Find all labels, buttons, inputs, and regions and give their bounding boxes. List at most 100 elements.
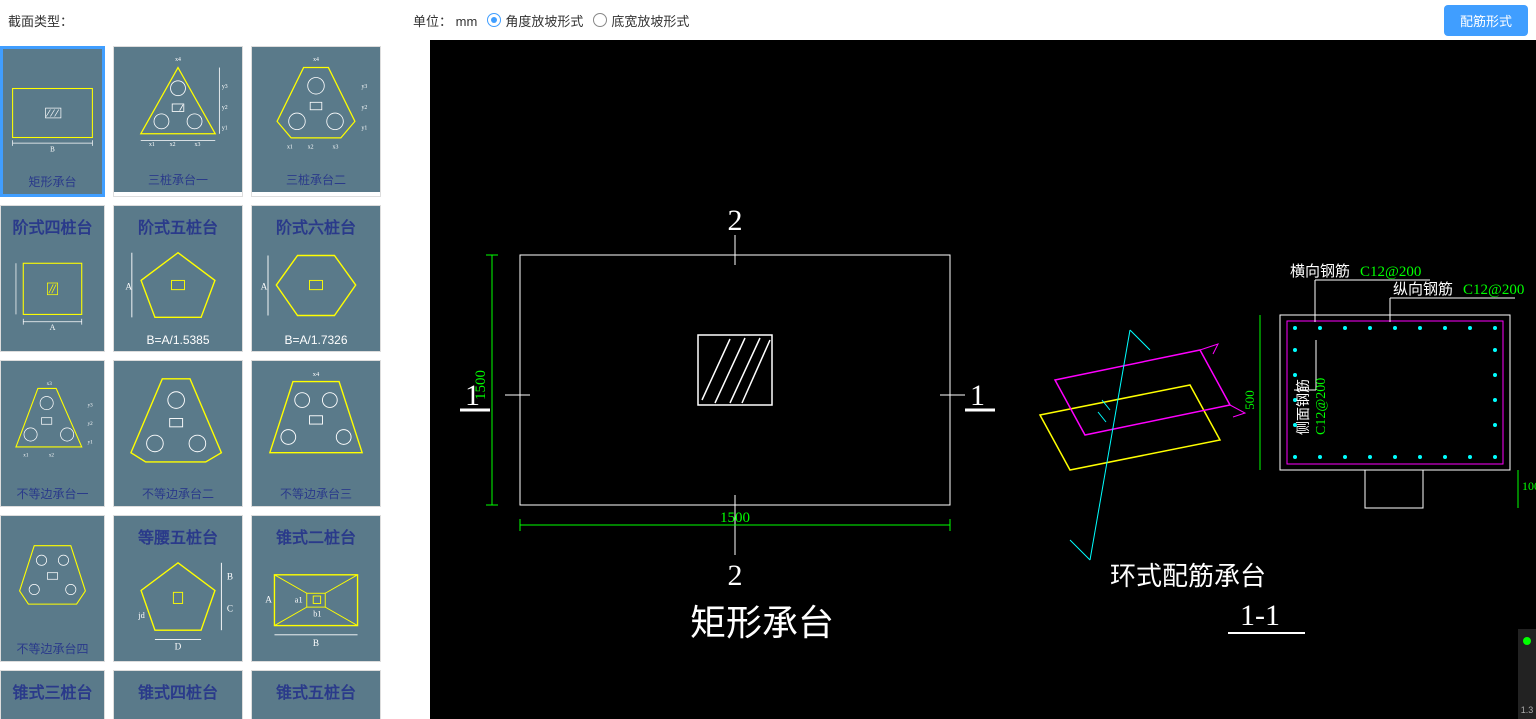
svg-text:横向钢筋: 横向钢筋 bbox=[1290, 263, 1350, 280]
svg-text:x4: x4 bbox=[175, 57, 181, 63]
thumb-step-5-pile[interactable]: 阶式五桩台 A B=A/1.5385 bbox=[113, 205, 243, 352]
thumb-unequal-3[interactable]: x4 不等边承台三 bbox=[251, 360, 381, 507]
svg-text:x3: x3 bbox=[195, 142, 201, 148]
section-1-1: 横向钢筋C12@200 纵向钢筋C12@200 侧面钢筋 C12@200 500… bbox=[1228, 263, 1536, 719]
svg-text:D: D bbox=[175, 642, 182, 652]
thumb-caption: 不等边承台三 bbox=[280, 485, 352, 502]
svg-text:2: 2 bbox=[728, 559, 743, 592]
thumb-formula: B=A/1.7326 bbox=[284, 333, 347, 347]
radio-icon bbox=[487, 13, 501, 27]
thumb-formula: B=A/1.5385 bbox=[146, 333, 209, 347]
svg-text:100: 100 bbox=[1522, 479, 1536, 493]
svg-text:y1: y1 bbox=[88, 439, 94, 445]
thumb-title: 阶式四桩台 bbox=[12, 214, 92, 238]
svg-text:C12@200: C12@200 bbox=[1360, 264, 1421, 280]
thumb-rect-pile-cap[interactable]: B 矩形承台 bbox=[0, 46, 105, 197]
svg-text:A: A bbox=[261, 282, 268, 292]
status-scale: 1.3 bbox=[1521, 705, 1534, 715]
radio-label: 底宽放坡形式 bbox=[611, 11, 689, 30]
thumb-title: 阶式六桩台 bbox=[276, 214, 356, 238]
performance: 锥式二桩台 bbox=[276, 524, 356, 548]
svg-text:y2: y2 bbox=[222, 105, 228, 111]
svg-text:x4: x4 bbox=[313, 371, 320, 378]
svg-text:jd: jd bbox=[137, 611, 145, 620]
radio-icon bbox=[593, 13, 607, 27]
svg-text:1500: 1500 bbox=[473, 370, 489, 400]
svg-text:b1: b1 bbox=[313, 609, 321, 618]
thumb-cone-4-pile[interactable]: 锥式四桩台 bbox=[113, 670, 243, 719]
svg-text:x1: x1 bbox=[149, 142, 155, 148]
svg-text:1: 1 bbox=[970, 379, 985, 412]
section-type-label: 截面类型： bbox=[8, 11, 73, 30]
svg-text:纵向钢筋: 纵向钢筋 bbox=[1393, 281, 1453, 298]
section-type-sidebar[interactable]: B 矩形承台 x4 x1 x2 x3 y3 y2 bbox=[0, 40, 430, 719]
thumb-iso-5-pile[interactable]: 等腰五桩台 B C D jd bbox=[113, 515, 243, 662]
thumb-cone-3-pile[interactable]: 锥式三桩台 bbox=[0, 670, 105, 719]
top-bar: 截面类型： 单位： mm 角度放坡形式 底宽放坡形式 配筋形式 bbox=[0, 0, 1536, 40]
thumb-title: 锥式四桩台 bbox=[138, 679, 218, 703]
svg-text:矩形承台: 矩形承台 bbox=[690, 603, 834, 643]
svg-text:C12@200: C12@200 bbox=[1463, 282, 1524, 298]
svg-text:A: A bbox=[50, 323, 56, 332]
thumb-caption: 不等边承台二 bbox=[142, 485, 214, 502]
thumb-title: 锥式五桩台 bbox=[276, 679, 356, 703]
thumb-three-pile-1[interactable]: x4 x1 x2 x3 y3 y2 y1 三桩承台一 bbox=[113, 46, 243, 197]
svg-text:x2: x2 bbox=[308, 145, 314, 151]
thumb-step-4-pile[interactable]: 阶式四桩台 A bbox=[0, 205, 105, 352]
svg-text:C12@200: C12@200 bbox=[1314, 378, 1329, 435]
thumb-caption: 不等边承台四 bbox=[16, 640, 88, 657]
svg-text:x3: x3 bbox=[333, 145, 339, 151]
svg-text:B: B bbox=[50, 146, 55, 154]
svg-text:B: B bbox=[313, 638, 319, 648]
svg-text:x2: x2 bbox=[49, 452, 55, 458]
svg-text:y2: y2 bbox=[362, 105, 368, 111]
radio-width-slope[interactable]: 底宽放坡形式 bbox=[593, 11, 689, 30]
thumb-caption: 矩形承台 bbox=[28, 173, 76, 190]
svg-text:环式配筋承台: 环式配筋承台 bbox=[1110, 562, 1266, 591]
thumb-unequal-1[interactable]: x3 x1 x2 y3 y2 y1 不等边承台一 bbox=[0, 360, 105, 507]
thumb-caption: 三桩承台一 bbox=[148, 171, 208, 188]
svg-text:1500: 1500 bbox=[720, 510, 750, 526]
svg-text:x1: x1 bbox=[287, 145, 293, 151]
status-strip: 1.3 bbox=[1518, 629, 1536, 719]
svg-text:A: A bbox=[125, 282, 132, 292]
svg-text:x3: x3 bbox=[47, 381, 53, 387]
svg-text:x1: x1 bbox=[23, 452, 29, 458]
slope-mode-radio-group: 角度放坡形式 底宽放坡形式 bbox=[487, 11, 699, 30]
svg-text:500: 500 bbox=[1242, 390, 1257, 410]
svg-text:2: 2 bbox=[728, 204, 743, 237]
thumb-unequal-2[interactable]: 不等边承台二 bbox=[113, 360, 243, 507]
thumb-title: 锥式三桩台 bbox=[12, 679, 92, 703]
thumbnail-grid: B 矩形承台 x4 x1 x2 x3 y3 y2 bbox=[0, 46, 430, 719]
main-area: B 矩形承台 x4 x1 x2 x3 y3 y2 bbox=[0, 40, 1536, 719]
thumb-cone-5-pile[interactable]: 锥式五桩台 bbox=[251, 670, 381, 719]
svg-text:侧面钢筋: 侧面钢筋 bbox=[1295, 379, 1312, 435]
svg-text:y1: y1 bbox=[362, 126, 368, 132]
svg-text:y3: y3 bbox=[362, 84, 368, 90]
thumb-title: 阶式五桩台 bbox=[138, 214, 218, 238]
radio-label: 角度放坡形式 bbox=[505, 11, 583, 30]
svg-text:y2: y2 bbox=[88, 421, 94, 427]
plan-view: 2 2 1 1 1500 1500 矩形承台 bbox=[460, 204, 995, 643]
thumb-three-pile-2[interactable]: x4 x1 x2 x3 y3 y2 y1 三桩承台二 bbox=[251, 46, 381, 197]
svg-text:A: A bbox=[265, 595, 272, 605]
svg-text:y3: y3 bbox=[222, 84, 228, 90]
svg-text:y3: y3 bbox=[88, 403, 94, 409]
thumb-unequal-4[interactable]: 不等边承台四 bbox=[0, 515, 105, 662]
radio-angle-slope[interactable]: 角度放坡形式 bbox=[487, 11, 583, 30]
thumb-caption: 不等边承台一 bbox=[16, 485, 88, 502]
unit-label: 单位： mm bbox=[413, 11, 477, 30]
svg-text:x4: x4 bbox=[313, 57, 319, 63]
thumb-step-6-pile[interactable]: 阶式六桩台 A B=A/1.7326 bbox=[251, 205, 381, 352]
svg-text:y1: y1 bbox=[222, 126, 228, 132]
thumb-cone-2-pile[interactable]: 锥式二桩台 A a1 b1 B bbox=[251, 515, 381, 662]
thumb-caption: 三桩承台二 bbox=[286, 171, 346, 188]
svg-text:a1: a1 bbox=[295, 596, 303, 605]
drawing-canvas[interactable]: 2 2 1 1 1500 1500 矩形承台 bbox=[430, 40, 1536, 719]
thumb-title: 等腰五桩台 bbox=[138, 524, 218, 548]
rebar-form-button[interactable]: 配筋形式 bbox=[1444, 5, 1528, 36]
svg-text:x2: x2 bbox=[170, 142, 176, 148]
iso-view: 环式配筋承台 bbox=[1040, 330, 1266, 591]
svg-text:1-1: 1-1 bbox=[1240, 599, 1280, 632]
svg-text:B: B bbox=[227, 571, 233, 581]
